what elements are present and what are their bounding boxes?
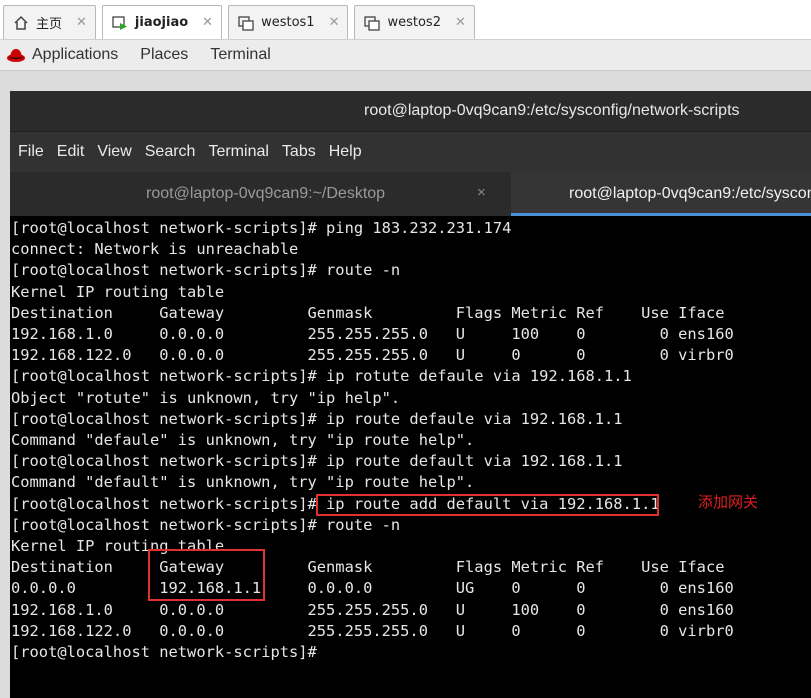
vm-tab-westos1[interactable]: westos1 ✕ — [228, 5, 349, 39]
terminal-line: 192.168.1.0 0.0.0.0 255.255.255.0 U 100 … — [11, 600, 734, 619]
menu-file[interactable]: File — [18, 143, 44, 161]
vm-tab-home[interactable]: 主页 ✕ — [3, 5, 96, 39]
vm-icon — [363, 14, 381, 32]
menu-view[interactable]: View — [97, 143, 131, 161]
vm-running-icon — [111, 14, 129, 32]
vm-tab-strip: 主页 ✕ jiaojiao ✕ westos1 ✕ westos2 ✕ — [0, 0, 811, 40]
menu-edit[interactable]: Edit — [57, 143, 85, 161]
terminal-app-menu[interactable]: Terminal — [210, 46, 270, 64]
window-title: root@laptop-0vq9can9:/etc/sysconfig/netw… — [10, 91, 811, 132]
terminal-tab-network-scripts[interactable]: root@laptop-0vq9can9:/etc/sysconfig/netw… — [511, 172, 811, 216]
menu-terminal[interactable]: Terminal — [208, 143, 268, 161]
menu-bar: File Edit View Search Terminal Tabs Help — [10, 132, 811, 172]
terminal-tab-desktop[interactable]: root@laptop-0vq9can9:~/Desktop × — [10, 172, 511, 216]
terminal-line: 192.168.122.0 0.0.0.0 255.255.255.0 U 0 … — [11, 346, 734, 365]
vm-tab-label: westos2 — [387, 15, 441, 30]
terminal-tab-label: root@laptop-0vq9can9:/etc/sysconfig/netw… — [569, 185, 811, 202]
terminal-output[interactable]: [root@localhost network-scripts]# ping 1… — [10, 216, 811, 698]
close-icon[interactable]: ✕ — [455, 15, 466, 30]
terminal-tab-label: root@laptop-0vq9can9:~/Desktop — [146, 185, 386, 202]
terminal-line: Kernel IP routing table — [11, 282, 225, 301]
annotation-label: 添加网关 — [698, 493, 759, 511]
terminal-line: 192.168.122.0 0.0.0.0 255.255.255.0 U 0 … — [11, 621, 734, 640]
terminal-line: Destination Gateway Genmask Flags Metric… — [11, 558, 725, 577]
menu-search[interactable]: Search — [145, 143, 196, 161]
highlight-gateway-box — [148, 549, 265, 601]
highlight-command-box — [316, 494, 659, 516]
terminal-line: [root@localhost network-scripts]# route … — [11, 261, 401, 280]
terminal-line: Command "default" is unknown, try "ip ro… — [11, 473, 475, 492]
menu-tabs[interactable]: Tabs — [282, 143, 316, 161]
vm-tab-jiaojiao[interactable]: jiaojiao ✕ — [101, 5, 223, 39]
applications-menu[interactable]: Applications — [32, 46, 118, 64]
close-icon[interactable]: ✕ — [76, 15, 87, 30]
terminal-line: Object "rotute" is unknown, try "ip help… — [11, 388, 401, 407]
places-menu[interactable]: Places — [140, 46, 188, 64]
vm-tab-label: westos1 — [261, 15, 315, 30]
terminal-line: [root@localhost network-scripts]# route … — [11, 515, 401, 534]
close-icon[interactable]: ✕ — [202, 15, 213, 30]
terminal-line: [root@localhost network-scripts]# ip rot… — [11, 367, 632, 386]
terminal-line: [root@localhost network-scripts]# — [11, 643, 327, 661]
terminal-line: connect: Network is unreachable — [11, 240, 299, 259]
terminal-window: root@laptop-0vq9can9:/etc/sysconfig/netw… — [10, 91, 811, 698]
terminal-line: [root@localhost network-scripts]# ping 1… — [11, 219, 512, 237]
menu-help[interactable]: Help — [329, 143, 362, 161]
close-icon[interactable]: ✕ — [329, 15, 340, 30]
home-icon — [12, 14, 30, 32]
terminal-line: Destination Gateway Genmask Flags Metric… — [11, 303, 725, 322]
vm-tab-label: 主页 — [36, 17, 63, 32]
close-tab-icon[interactable]: × — [477, 184, 486, 201]
gnome-top-bar: Applications Places Terminal — [0, 40, 811, 71]
terminal-tab-bar: root@laptop-0vq9can9:~/Desktop × root@la… — [10, 172, 811, 216]
terminal-line: 192.168.1.0 0.0.0.0 255.255.255.0 U 100 … — [11, 325, 734, 343]
terminal-line: [root@localhost network-scripts]# ip rou… — [11, 452, 623, 471]
vm-tab-westos2[interactable]: westos2 ✕ — [354, 5, 475, 39]
vm-icon — [237, 14, 255, 32]
vm-tab-label: jiaojiao — [134, 15, 189, 30]
terminal-line: [root@localhost network-scripts]# ip rou… — [11, 409, 623, 428]
terminal-line: 0.0.0.0 192.168.1.1 0.0.0.0 UG 0 0 0 ens… — [11, 579, 734, 598]
redhat-logo-icon — [7, 49, 25, 62]
terminal-line: Command "defaule" is unknown, try "ip ro… — [11, 431, 475, 449]
